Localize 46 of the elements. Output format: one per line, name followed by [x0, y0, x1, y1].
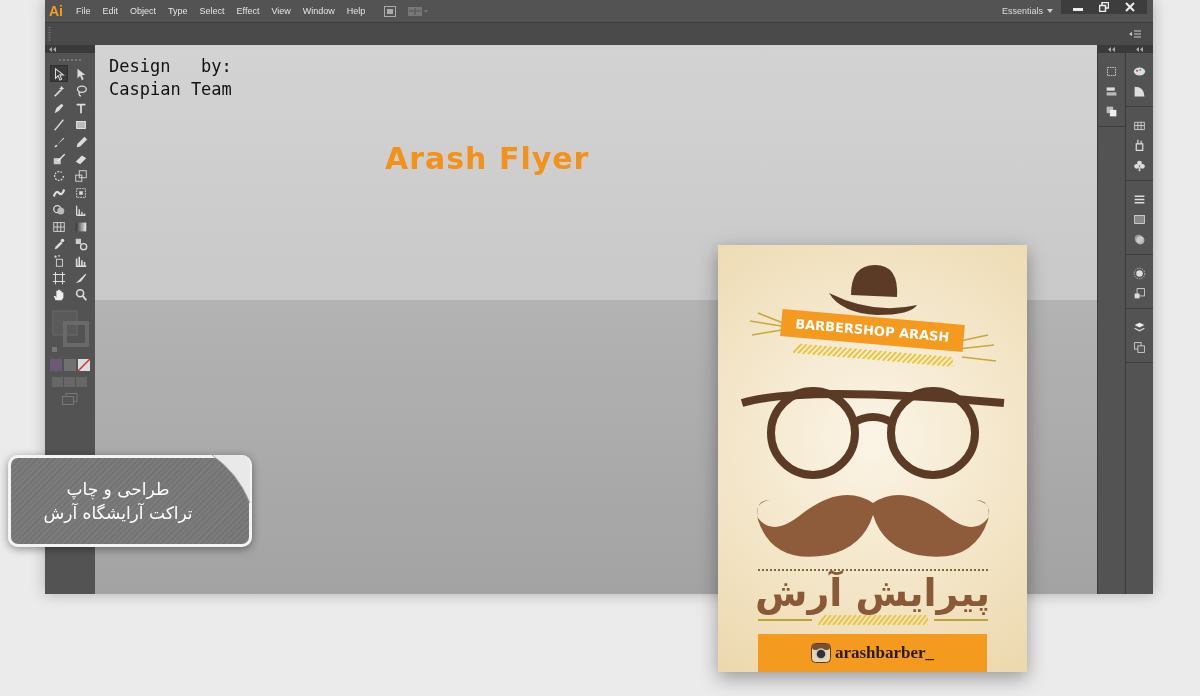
artboard-icon[interactable] — [1105, 65, 1118, 78]
artboards-icon[interactable] — [1133, 341, 1146, 354]
graphic-styles-icon[interactable] — [1133, 287, 1146, 300]
camera-icon — [810, 643, 831, 663]
credit-text: Design by: — [109, 55, 232, 78]
panel-menu-icon[interactable] — [1129, 30, 1141, 38]
banner-title: BARBERSHOP ARASH — [780, 309, 965, 352]
align-icon[interactable] — [1105, 85, 1118, 98]
menu-item[interactable]: File — [71, 6, 96, 16]
menu-item[interactable]: Help — [341, 6, 371, 16]
credit-text: Caspian Team — [109, 78, 232, 101]
menu-item[interactable]: Edit — [97, 6, 124, 16]
badge-text: تراکت آرایشگاه آرش — [43, 503, 193, 523]
social-handle: arashbarber_ — [834, 643, 935, 663]
brushes-icon[interactable] — [1133, 139, 1146, 152]
badge-text: طراحی و چاپ — [66, 479, 170, 499]
workspace-switcher[interactable]: Essentials — [997, 6, 1047, 16]
palette-icon[interactable] — [1133, 65, 1146, 78]
close-icon[interactable] — [1125, 2, 1135, 12]
app-logo: Ai — [49, 3, 64, 19]
menu-item[interactable]: Effect — [231, 6, 265, 16]
menu-item[interactable]: View — [266, 6, 296, 16]
transparency-icon[interactable] — [1133, 233, 1146, 246]
flyer-title: پیرایش آرش — [755, 571, 990, 615]
artwork-title: Arash Flyer — [385, 141, 590, 176]
pointer-icon[interactable] — [50, 65, 68, 82]
color-guide-icon[interactable] — [1133, 85, 1146, 98]
layers-icon[interactable] — [1133, 321, 1146, 334]
pathfinder-icon[interactable] — [1105, 105, 1118, 118]
stroke-icon[interactable] — [1133, 193, 1146, 206]
menu-item[interactable]: Window — [297, 6, 340, 16]
gradient-swatch-icon[interactable] — [64, 359, 76, 371]
none-swatch-icon[interactable] — [78, 359, 90, 371]
appearance-icon[interactable] — [1133, 267, 1146, 280]
club-icon[interactable] — [1133, 159, 1146, 172]
restore-icon[interactable] — [1099, 2, 1109, 12]
artboard-icon[interactable] — [50, 269, 68, 286]
swatches-icon[interactable] — [1133, 119, 1146, 132]
color-swatch-icon[interactable] — [50, 359, 62, 371]
menu-item[interactable]: Object — [125, 6, 162, 16]
menu-item[interactable]: Type — [163, 6, 193, 16]
bridge-icon[interactable] — [384, 5, 397, 17]
caret-icon — [1047, 9, 1053, 13]
gradient-icon[interactable] — [1133, 213, 1146, 226]
menu-item[interactable]: Select — [194, 6, 230, 16]
scale-icon[interactable] — [72, 167, 90, 184]
